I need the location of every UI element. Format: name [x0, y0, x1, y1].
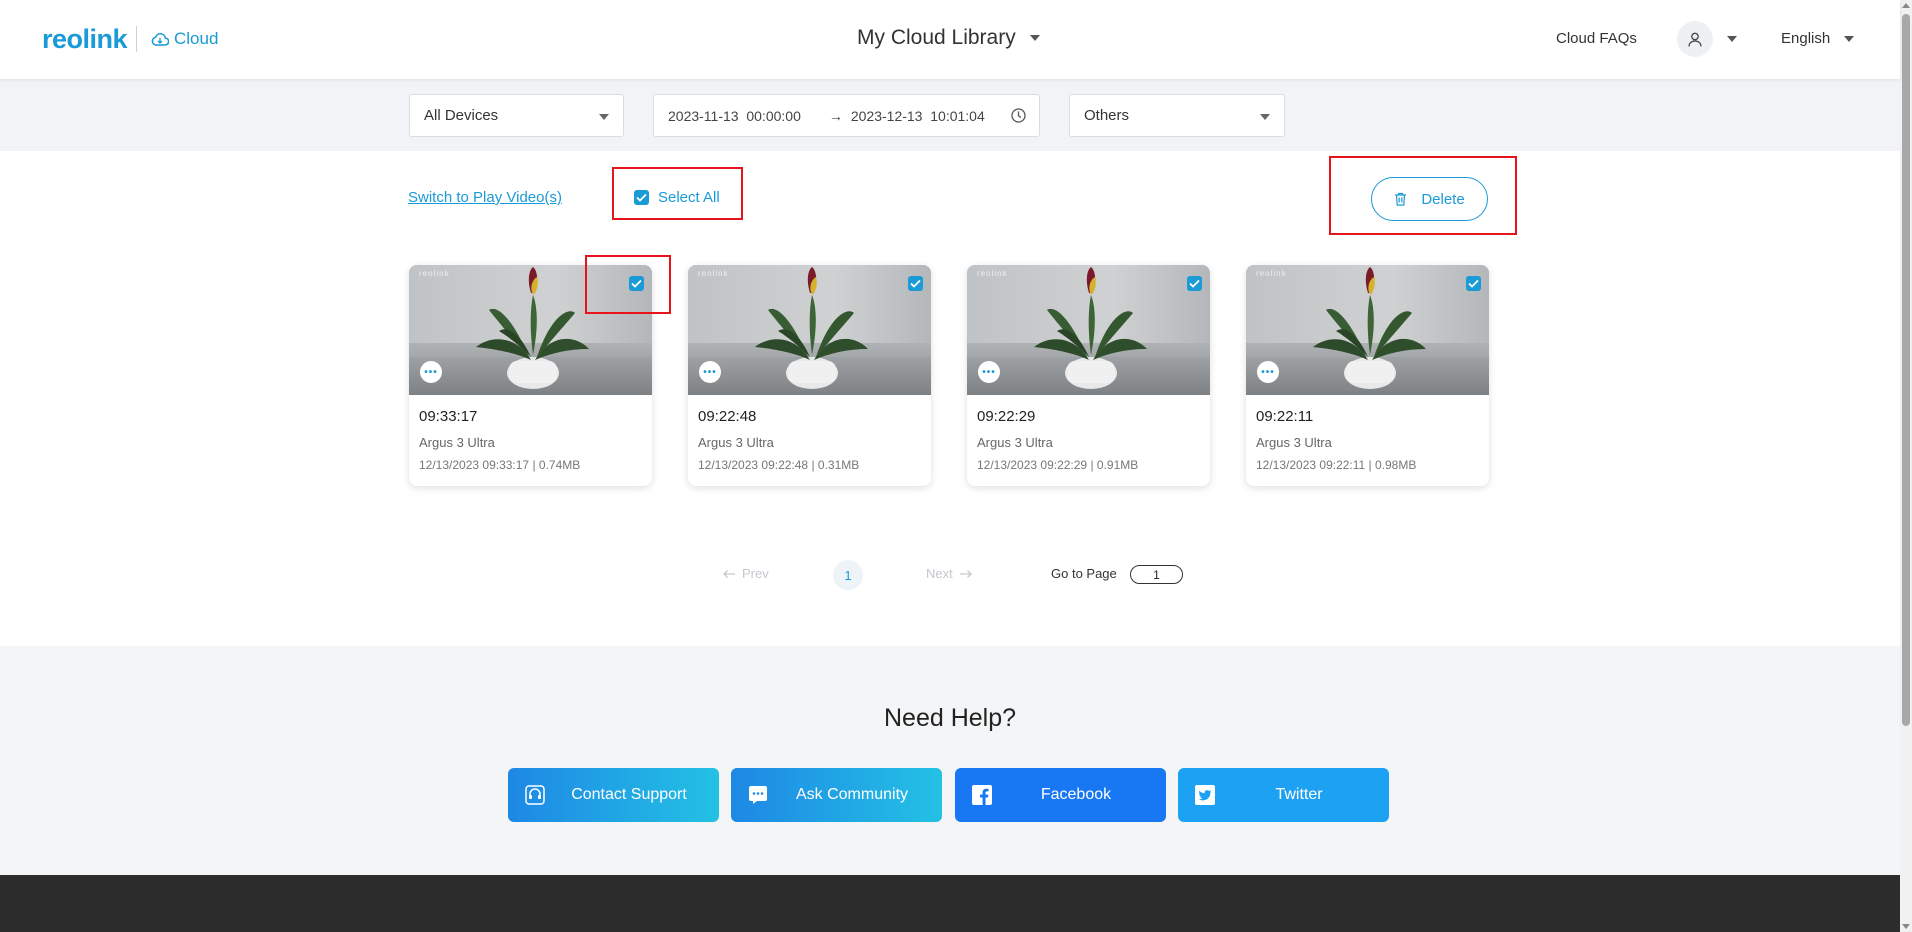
event-type-select[interactable]: Others — [1069, 94, 1285, 137]
user-icon — [1688, 32, 1702, 47]
reolink-logo[interactable]: reolink — [42, 24, 128, 55]
scroll-up-icon[interactable] — [1902, 3, 1910, 8]
clip-thumbnail[interactable]: reolink ••• — [688, 265, 931, 395]
twitter-button[interactable]: Twitter — [1178, 768, 1389, 822]
arrow-right-icon: → — [828, 107, 843, 124]
facebook-icon — [972, 785, 992, 805]
clip-device: Argus 3 Ultra — [1256, 435, 1332, 450]
page-title: My Cloud Library — [857, 26, 1016, 49]
contact-support-button[interactable]: Contact Support — [508, 768, 719, 822]
top-header: reolink Cloud My Cloud Library Cloud FAQ… — [0, 0, 1900, 79]
clip-meta: 12/13/2023 09:22:48 | 0.31MB — [698, 458, 860, 472]
language-selector[interactable]: English — [1781, 30, 1855, 47]
event-type-value: Others — [1084, 107, 1130, 124]
device-select-value: All Devices — [424, 107, 499, 124]
clip-card[interactable]: reolink ••• 09:22:11 Argus 3 Ultra 12/13… — [1246, 265, 1489, 486]
plant-image — [476, 267, 589, 389]
clip-device: Argus 3 Ultra — [977, 435, 1053, 450]
next-page-button[interactable]: Next — [926, 566, 973, 581]
clock-icon — [1011, 108, 1026, 123]
camera-watermark: reolink — [419, 269, 450, 278]
language-label: English — [1781, 30, 1831, 47]
device-select[interactable]: All Devices — [409, 94, 624, 137]
footer — [0, 875, 1900, 932]
chevron-down-icon — [1844, 35, 1855, 42]
cloud-icon — [151, 32, 169, 46]
facebook-button[interactable]: Facebook — [955, 768, 1166, 822]
end-datetime: 2023-12-13 10:01:04 — [850, 107, 985, 124]
arrow-left-icon — [723, 569, 735, 578]
headset-icon — [525, 785, 545, 805]
twitter-icon — [1195, 785, 1215, 805]
clip-time: 09:22:29 — [977, 408, 1036, 425]
clip-thumbnail[interactable]: reolink ••• — [1246, 265, 1489, 395]
clip-checkbox-icon[interactable] — [1187, 276, 1202, 291]
plant-image — [755, 267, 868, 389]
highlight-card-checkbox — [585, 255, 671, 314]
camera-watermark: reolink — [1256, 269, 1287, 278]
page-number-current[interactable]: 1 — [833, 560, 863, 590]
facebook-label: Facebook — [1040, 786, 1112, 803]
chat-icon — [748, 785, 768, 805]
cloud-faqs-link[interactable]: Cloud FAQs — [1556, 30, 1637, 47]
go-to-page-label: Go to Page — [1051, 566, 1117, 581]
go-to-page-input[interactable] — [1130, 565, 1183, 584]
arrow-right-icon — [959, 569, 972, 578]
library-title-dropdown[interactable]: My Cloud Library — [857, 26, 1040, 50]
ask-community-label: Ask Community — [795, 786, 909, 803]
chevron-down-icon — [599, 114, 609, 120]
cloud-brand[interactable]: Cloud — [151, 29, 218, 49]
account-menu-chevron-icon[interactable] — [1727, 36, 1737, 42]
switch-to-play-videos-link[interactable]: Switch to Play Video(s) — [408, 189, 562, 206]
clip-meta: 12/13/2023 09:22:29 | 0.91MB — [977, 458, 1139, 472]
more-options-icon[interactable]: ••• — [1257, 361, 1279, 383]
date-range-picker[interactable]: 2023-11-13 00:00:00 → 2023-12-13 10:01:0… — [653, 94, 1040, 137]
chevron-down-icon — [1260, 114, 1270, 120]
prev-label: Prev — [742, 566, 769, 581]
clip-time: 09:33:17 — [419, 408, 478, 425]
more-options-icon[interactable]: ••• — [699, 361, 721, 383]
ask-community-button[interactable]: Ask Community — [731, 768, 942, 822]
clip-card[interactable]: reolink ••• 09:22:29 Argus 3 Ultra 12/13… — [967, 265, 1210, 486]
camera-watermark: reolink — [977, 269, 1008, 278]
next-label: Next — [926, 566, 953, 581]
more-options-icon[interactable]: ••• — [420, 361, 442, 383]
clip-meta: 12/13/2023 09:22:11 | 0.98MB — [1256, 458, 1417, 472]
start-datetime: 2023-11-13 00:00:00 — [668, 107, 801, 124]
cloud-label: Cloud — [174, 29, 219, 48]
logo-divider — [136, 26, 137, 52]
vertical-scrollbar[interactable] — [1900, 0, 1912, 932]
scrollbar-thumb[interactable] — [1902, 14, 1910, 726]
contact-support-label: Contact Support — [571, 786, 687, 803]
clip-time: 09:22:48 — [698, 408, 757, 425]
help-title: Need Help? — [883, 704, 1017, 732]
clip-device: Argus 3 Ultra — [419, 435, 495, 450]
plant-image — [1313, 267, 1426, 389]
clip-checkbox-icon[interactable] — [908, 276, 923, 291]
highlight-select-all — [612, 167, 743, 220]
plant-image — [1034, 267, 1147, 389]
clip-meta: 12/13/2023 09:33:17 | 0.74MB — [419, 458, 581, 472]
avatar[interactable] — [1677, 21, 1713, 57]
camera-watermark: reolink — [698, 269, 729, 278]
prev-page-button[interactable]: Prev — [722, 566, 769, 581]
clip-thumbnail[interactable]: reolink ••• — [967, 265, 1210, 395]
clip-device: Argus 3 Ultra — [698, 435, 774, 450]
scroll-down-icon[interactable] — [1902, 924, 1910, 929]
clip-time: 09:22:11 — [1256, 408, 1314, 425]
chevron-down-icon — [1029, 35, 1040, 41]
help-section — [0, 646, 1900, 875]
twitter-label: Twitter — [1275, 786, 1323, 803]
clip-card[interactable]: reolink ••• 09:22:48 Argus 3 Ultra 12/13… — [688, 265, 931, 486]
more-options-icon[interactable]: ••• — [978, 361, 1000, 383]
highlight-delete — [1329, 156, 1517, 235]
clip-checkbox-icon[interactable] — [1466, 276, 1481, 291]
